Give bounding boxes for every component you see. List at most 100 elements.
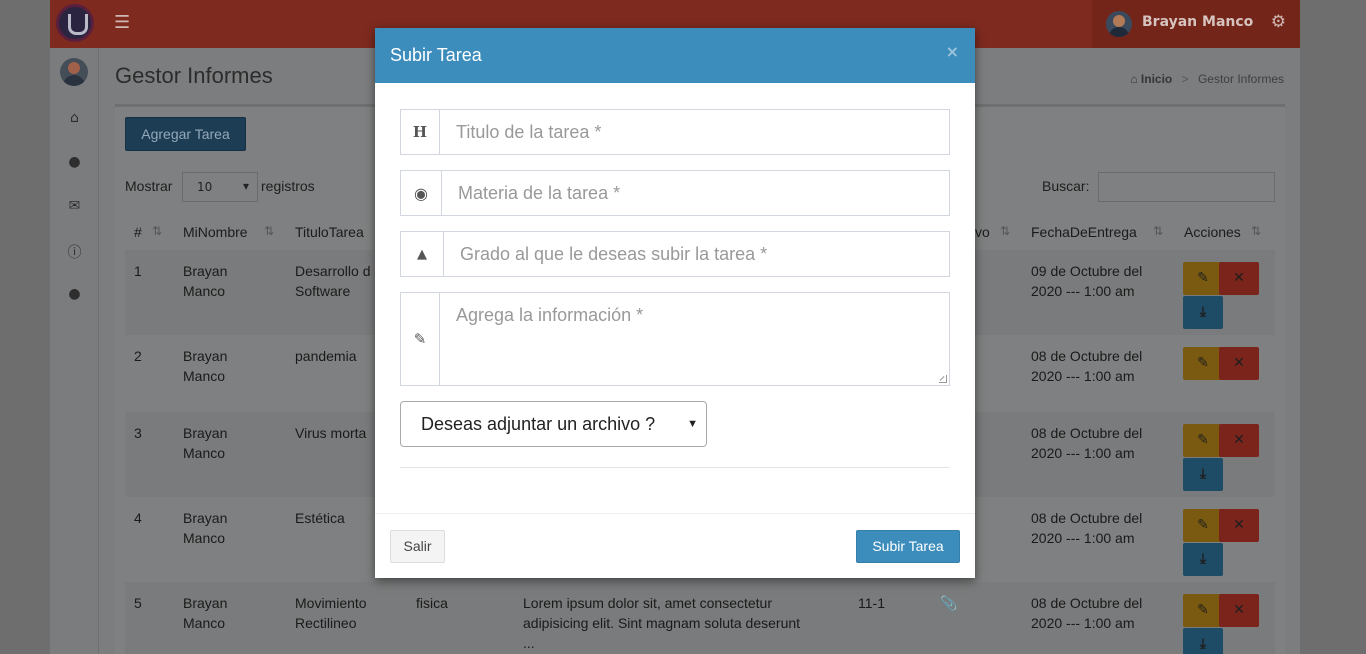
row-title: pandemia — [295, 348, 357, 364]
delete-button[interactable]: ✕ — [1219, 262, 1259, 295]
home-icon[interactable]: ⌂ — [50, 110, 99, 126]
row-name: Manco — [183, 530, 226, 546]
row-date: 08 de Octubre del — [1031, 510, 1143, 526]
sidebar: ⌂ ● ✉ ⓘ ● — [50, 48, 99, 654]
delete-button[interactable]: ✕ — [1219, 424, 1259, 457]
breadcrumb: ⌂ Inicio > Gestor Informes — [1130, 72, 1284, 86]
heading-icon: H — [401, 110, 440, 154]
row-subject: fisica — [416, 595, 448, 611]
sort-icon: ⇅ — [1000, 224, 1011, 238]
logo — [56, 4, 94, 42]
hamburger-icon[interactable]: ☰ — [114, 12, 130, 33]
submit-task-button[interactable]: Subir Tarea — [856, 530, 960, 563]
user-icon[interactable]: ● — [50, 286, 99, 302]
user-menu[interactable]: Brayan Manco ⚙ — [1092, 0, 1300, 48]
delete-button[interactable]: ✕ — [1219, 509, 1259, 542]
row-info: Lorem ipsum dolor sit, amet consectetur — [523, 595, 772, 611]
exit-button[interactable]: Salir — [390, 530, 445, 563]
home-icon: ⌂ — [1130, 72, 1138, 86]
row-title: Estética — [295, 510, 345, 526]
row-name: Brayan — [183, 348, 228, 364]
row-date: 2020 --- 1:00 am — [1031, 283, 1135, 299]
column-header-name[interactable]: MiNombre — [183, 224, 248, 240]
row-name: Manco — [183, 615, 226, 631]
row-name: Brayan — [183, 595, 228, 611]
row-date: 08 de Octubre del — [1031, 595, 1143, 611]
resize-handle[interactable] — [939, 375, 947, 383]
avatar — [1106, 11, 1132, 37]
column-header-actions: Acciones — [1184, 224, 1241, 240]
sort-icon: ⇅ — [152, 224, 163, 238]
row-date: 08 de Octubre del — [1031, 425, 1143, 441]
attach-file-select[interactable]: Deseas adjuntar un archivo ? ▼ — [400, 401, 707, 447]
delete-button[interactable]: ✕ — [1219, 594, 1259, 627]
edit-button[interactable]: ✎ — [1183, 347, 1223, 380]
breadcrumb-home[interactable]: Inicio — [1141, 72, 1172, 86]
attach-file-select-value: Deseas adjuntar un archivo ? — [421, 414, 656, 434]
envelope-icon[interactable]: ✉ — [50, 198, 99, 214]
download-button[interactable]: ⤓ — [1183, 628, 1223, 654]
user-icon[interactable]: ● — [50, 154, 99, 170]
pencil-icon: ✎ — [401, 293, 440, 385]
divider — [400, 467, 950, 468]
modal-title: Subir Tarea — [390, 45, 482, 65]
row-title: Movimiento — [295, 595, 367, 611]
grade-input[interactable]: Grado al que le deseas subir la tarea * — [444, 232, 949, 276]
add-task-button[interactable]: Agregar Tarea — [125, 117, 246, 151]
row-number: 2 — [134, 348, 142, 364]
grade-input-group: ▲ Grado al que le deseas subir la tarea … — [400, 231, 950, 277]
row-info: adipisicing elit. Sint magnam soluta des… — [523, 615, 801, 631]
graduation-cap-icon: ▲ — [401, 232, 444, 276]
row-date: 08 de Octubre del — [1031, 348, 1143, 364]
page-length-select[interactable]: 10 — [182, 172, 258, 202]
edit-button[interactable]: ✎ — [1183, 594, 1223, 627]
row-name: Manco — [183, 283, 226, 299]
upload-task-modal: Subir Tarea × H Titulo de la tarea * ◉ M… — [375, 28, 975, 578]
edit-button[interactable]: ✎ — [1183, 262, 1223, 295]
search-input[interactable] — [1098, 172, 1275, 202]
row-title: Virus morta — [295, 425, 367, 441]
sidebar-avatar — [60, 58, 88, 86]
column-header-file[interactable]: vo — [975, 224, 990, 240]
row-date: 2020 --- 1:00 am — [1031, 445, 1135, 461]
row-date: 2020 --- 1:00 am — [1031, 368, 1135, 384]
download-button[interactable]: ⤓ — [1183, 543, 1223, 576]
info-textarea[interactable]: Agrega la información * — [440, 293, 949, 385]
row-date: 2020 --- 1:00 am — [1031, 615, 1135, 631]
row-name: Brayan — [183, 510, 228, 526]
column-header-title[interactable]: TituloTarea — [295, 224, 364, 240]
row-number: 4 — [134, 510, 142, 526]
row-title: Rectilineo — [295, 615, 357, 631]
column-header-number[interactable]: # — [134, 224, 142, 240]
username: Brayan Manco — [1142, 14, 1254, 30]
subject-input-group: ◉ Materia de la tarea * — [400, 170, 950, 216]
sort-icon: ⇅ — [264, 224, 275, 238]
row-date: 2020 --- 1:00 am — [1031, 530, 1135, 546]
title-input[interactable]: Titulo de la tarea * — [440, 110, 949, 154]
row-date: 09 de Octubre del — [1031, 263, 1143, 279]
gears-icon[interactable]: ⚙ — [1271, 12, 1286, 32]
info-icon[interactable]: ⓘ — [50, 242, 99, 262]
page-length-value: 10 — [197, 180, 213, 194]
row-grade: 11-1 — [858, 595, 885, 611]
column-header-date[interactable]: FechaDeEntrega — [1031, 224, 1137, 240]
sort-icon: ⇅ — [1251, 224, 1262, 238]
edit-button[interactable]: ✎ — [1183, 424, 1223, 457]
search-label: Buscar: — [1042, 178, 1090, 194]
close-icon[interactable]: × — [946, 42, 959, 61]
download-button[interactable]: ⤓ — [1183, 296, 1223, 329]
delete-button[interactable]: ✕ — [1219, 347, 1259, 380]
row-number: 5 — [134, 595, 142, 611]
row-name: Brayan — [183, 263, 228, 279]
download-button[interactable]: ⤓ — [1183, 458, 1223, 491]
breadcrumb-current: Gestor Informes — [1197, 72, 1284, 86]
subject-input[interactable]: Materia de la tarea * — [442, 171, 949, 215]
row-info: ... — [523, 635, 535, 651]
paperclip-icon[interactable]: 📎 — [940, 593, 957, 613]
row-name: Manco — [183, 368, 226, 384]
modal-header: Subir Tarea × — [375, 28, 975, 83]
edit-button[interactable]: ✎ — [1183, 509, 1223, 542]
row-title: Desarrollo d — [295, 263, 371, 279]
row-name: Brayan — [183, 425, 228, 441]
row-number: 3 — [134, 425, 142, 441]
